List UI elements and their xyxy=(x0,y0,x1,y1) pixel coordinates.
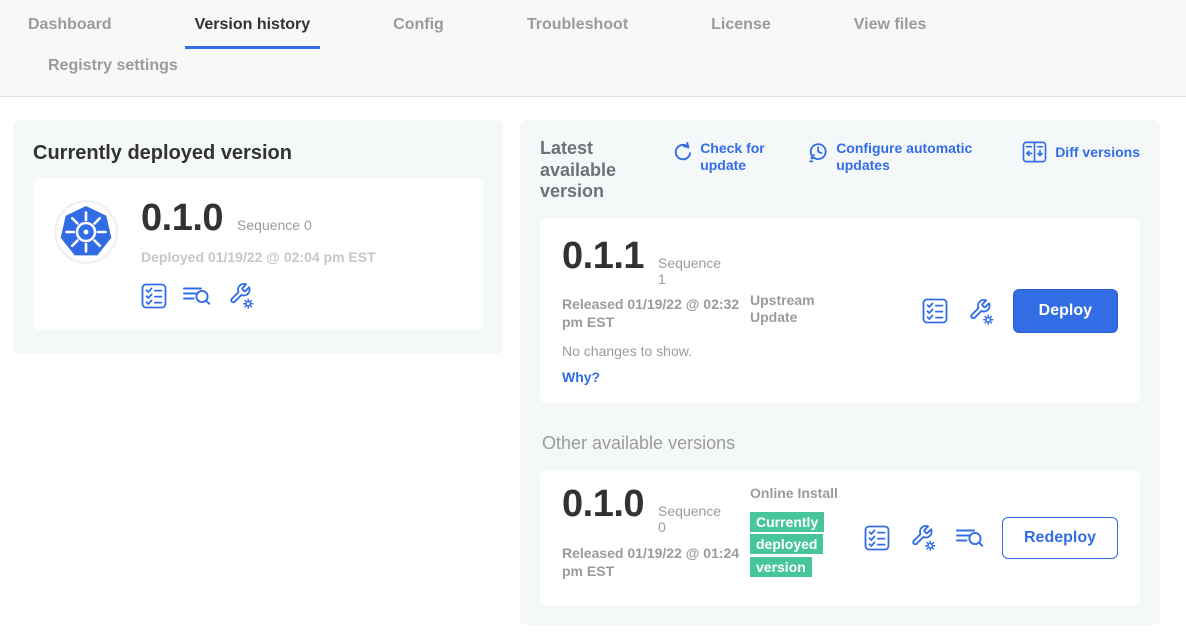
main-nav: Dashboard Version history Config Trouble… xyxy=(0,0,1186,97)
currently-deployed-panel: Currently deployed version xyxy=(13,120,503,354)
tab-dashboard[interactable]: Dashboard xyxy=(18,14,122,46)
redeploy-button[interactable]: Redeploy xyxy=(1002,517,1118,559)
deploy-logs-icon[interactable] xyxy=(182,283,211,308)
no-changes-note: No changes to show. xyxy=(562,343,750,359)
tab-license[interactable]: License xyxy=(701,14,781,46)
other-version-card: 0.1.0 Sequence 0 Released 01/19/22 @ 01:… xyxy=(540,470,1140,605)
preflight-checks-icon[interactable] xyxy=(141,283,167,309)
latest-released-timestamp: Released 01/19/22 @ 02:32 pm EST xyxy=(562,295,740,331)
tab-troubleshoot[interactable]: Troubleshoot xyxy=(517,14,638,46)
nav-row-2: Registry settings xyxy=(18,55,1186,85)
preflight-checks-icon[interactable] xyxy=(922,298,948,324)
check-for-update-link[interactable]: Check for update xyxy=(673,140,772,174)
schedule-update-icon xyxy=(808,141,828,163)
latest-sequence-label: Sequence 1 xyxy=(658,255,722,287)
latest-available-panel: Latest available version Check for updat… xyxy=(520,120,1160,625)
currently-deployed-badge: Currently deployed version xyxy=(750,511,834,578)
configure-automatic-updates-link[interactable]: Configure automatic updates xyxy=(808,140,986,174)
diff-versions-label: Diff versions xyxy=(1055,144,1140,161)
other-sequence-label: Sequence 0 xyxy=(658,503,722,535)
latest-source-label: Upstream Update xyxy=(750,292,850,327)
deployed-sequence-label: Sequence 0 xyxy=(237,217,312,233)
status-badge: Currently deployed version xyxy=(750,512,824,577)
check-for-update-label: Check for update xyxy=(700,140,772,174)
other-version-number: 0.1.0 xyxy=(562,485,644,523)
configure-automatic-updates-label: Configure automatic updates xyxy=(836,140,986,174)
diff-versions-link[interactable]: Diff versions xyxy=(1022,140,1140,174)
edit-config-icon[interactable] xyxy=(908,523,937,552)
panel-actions: Check for update Configure automatic upd… xyxy=(673,140,1140,174)
deploy-logs-icon[interactable] xyxy=(955,525,984,550)
latest-version-number: 0.1.1 xyxy=(562,237,644,275)
tab-version-history[interactable]: Version history xyxy=(185,14,321,49)
other-source-label: Online Install xyxy=(750,485,850,503)
refresh-icon xyxy=(673,141,692,162)
kubernetes-logo-icon xyxy=(53,199,119,265)
diff-icon xyxy=(1022,141,1047,163)
other-released-timestamp: Released 01/19/22 @ 01:24 pm EST xyxy=(562,544,740,580)
preflight-checks-icon[interactable] xyxy=(864,525,890,551)
edit-config-icon[interactable] xyxy=(966,297,995,326)
tab-config[interactable]: Config xyxy=(383,14,454,46)
tab-view-files[interactable]: View files xyxy=(844,14,937,46)
deployed-version-card: 0.1.0 Sequence 0 Deployed 01/19/22 @ 02:… xyxy=(33,179,483,330)
currently-deployed-title: Currently deployed version xyxy=(33,142,483,165)
latest-version-card: 0.1.1 Sequence 1 Released 01/19/22 @ 02:… xyxy=(540,219,1140,404)
deployed-timestamp: Deployed 01/19/22 @ 02:04 pm EST xyxy=(141,249,376,265)
deployed-version-details: 0.1.0 Sequence 0 Deployed 01/19/22 @ 02:… xyxy=(141,199,376,310)
why-link[interactable]: Why? xyxy=(562,369,750,385)
deploy-button[interactable]: Deploy xyxy=(1013,289,1118,333)
edit-config-icon[interactable] xyxy=(226,281,255,310)
nav-row-1: Dashboard Version history Config Trouble… xyxy=(18,14,1186,49)
deployed-version-number: 0.1.0 xyxy=(141,199,223,237)
latest-available-title: Latest available version xyxy=(540,138,651,203)
page-content: Currently deployed version xyxy=(0,97,1186,625)
other-versions-heading: Other available versions xyxy=(542,433,1140,454)
tab-registry-settings[interactable]: Registry settings xyxy=(38,55,188,85)
